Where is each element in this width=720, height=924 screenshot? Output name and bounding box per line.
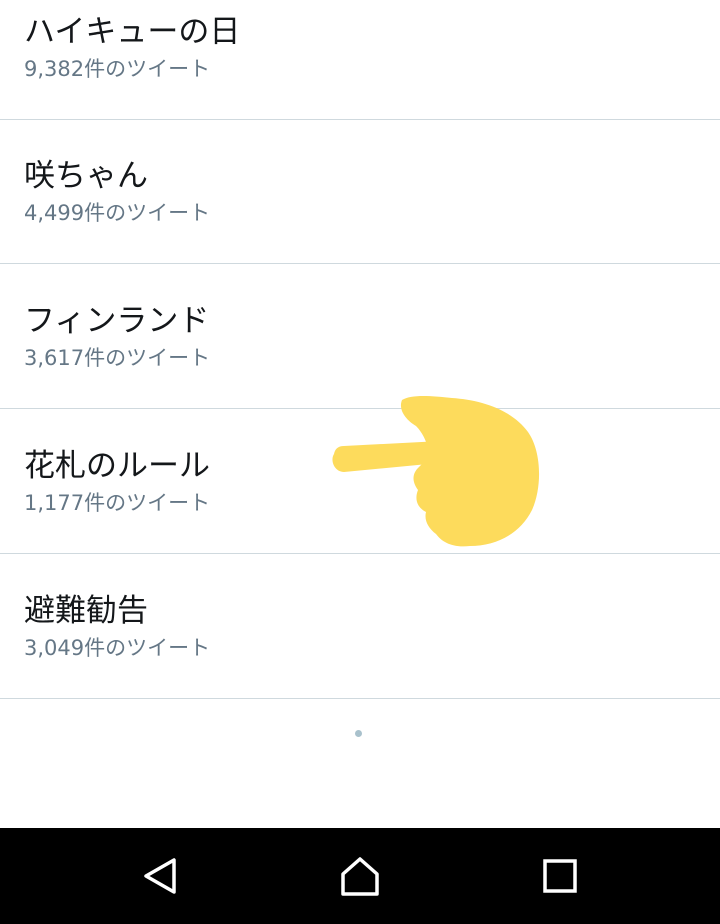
screen: ハイキューの日 9,382件のツイート 咲ちゃん 4,499件のツイート フィン… [0,0,720,924]
trend-item[interactable]: ハイキューの日 9,382件のツイート [0,0,720,120]
recents-button[interactable] [530,846,590,906]
trend-title: ハイキューの日 [24,14,241,50]
trend-title: 避難勧告 [24,593,148,629]
trend-item[interactable]: 避難勧告 3,049件のツイート [0,555,720,699]
system-navigation-bar [0,828,720,924]
trend-tweet-count: 4,499件のツイート [24,201,211,225]
trend-title: フィンランド [24,303,210,339]
home-icon [341,857,379,896]
loading-indicator-dot [355,730,362,737]
trend-item[interactable]: 咲ちゃん 4,499件のツイート [0,120,720,264]
trend-tweet-count: 9,382件のツイート [24,57,211,81]
trend-title: 咲ちゃん [24,158,148,194]
trend-tweet-count: 3,049件のツイート [24,636,211,660]
back-button[interactable] [130,846,190,906]
recents-square-icon [543,859,577,893]
divider [0,698,720,699]
trend-tweet-count: 3,617件のツイート [24,346,211,370]
trend-tweet-count: 1,177件のツイート [24,491,211,515]
back-triangle-icon [144,858,176,894]
pointing-hand-icon [332,396,540,547]
home-button[interactable] [330,846,390,906]
trend-title: 花札のルール [24,448,210,484]
divider [0,263,720,264]
